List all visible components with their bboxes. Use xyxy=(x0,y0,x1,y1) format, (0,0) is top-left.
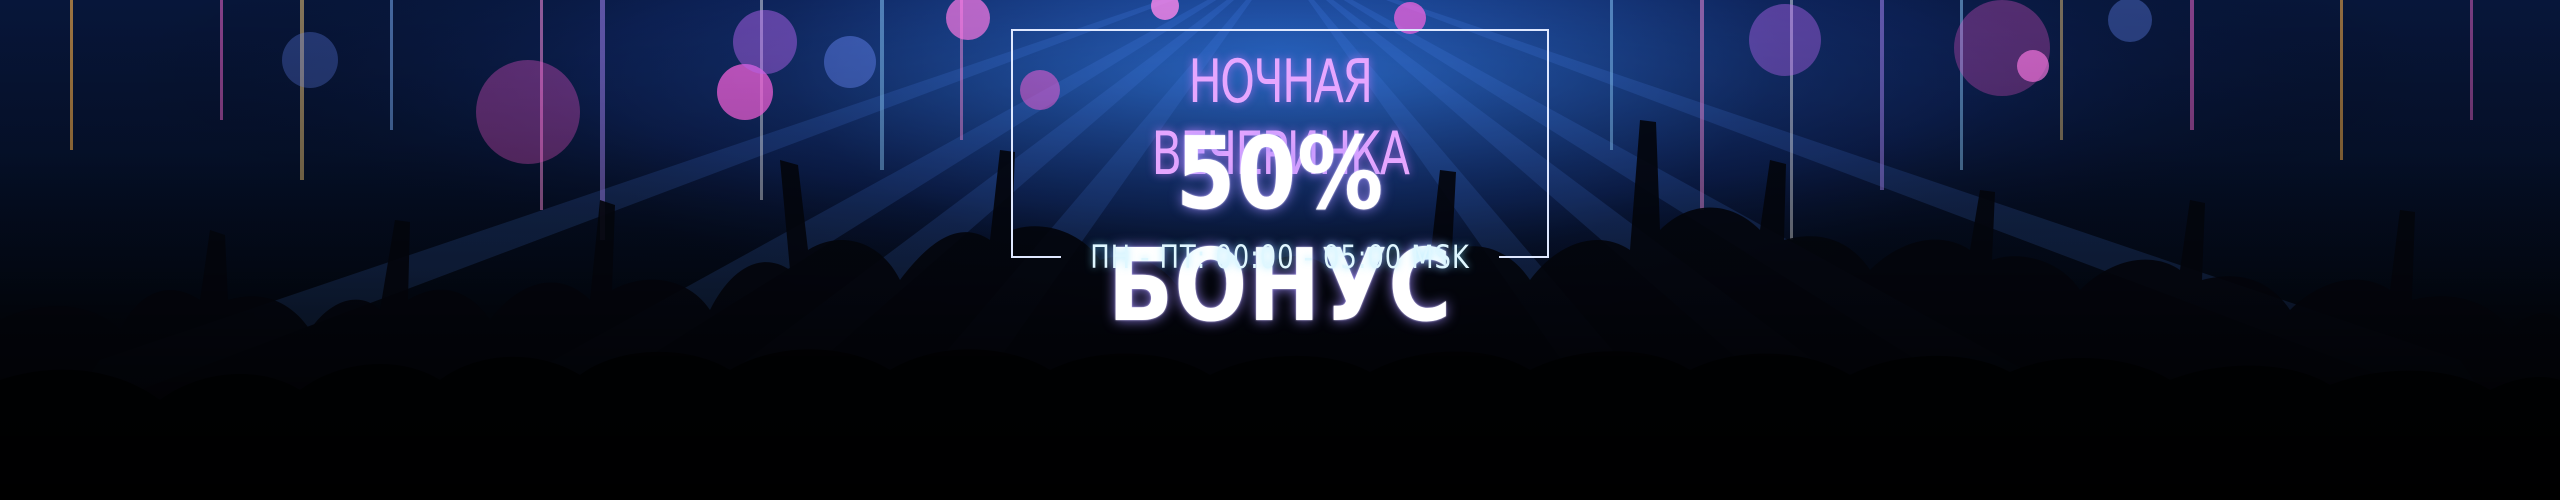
promo-bonus: 50% БОНУС xyxy=(1107,115,1453,344)
night-party-promo-banner: НОЧНАЯ ВЕЧЕРИНКА 50% БОНУС ПН - ПТ: 00:0… xyxy=(0,0,2560,500)
promo-schedule: ПН - ПТ: 00:00 - 05:00 MSK xyxy=(1090,238,1470,276)
